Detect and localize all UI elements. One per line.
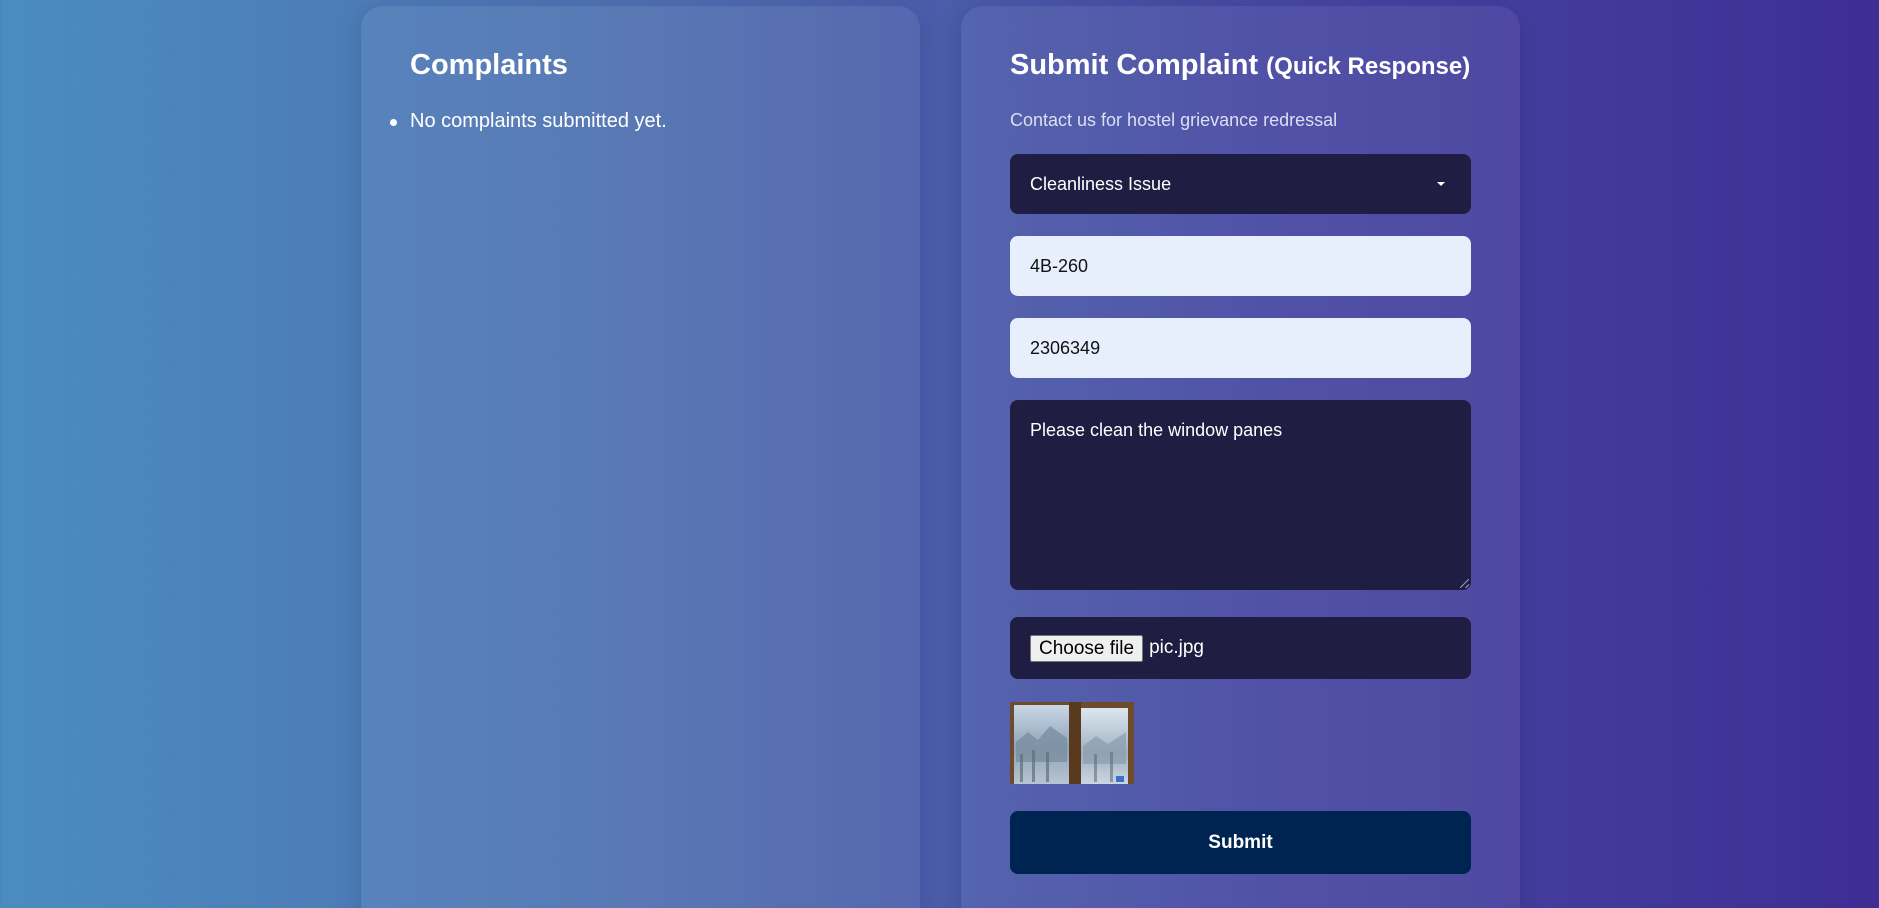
complaint-form-panel: Submit Complaint (Quick Response) Contac…: [961, 6, 1520, 908]
description-value: Please clean the window panes: [1030, 420, 1283, 440]
choose-file-button[interactable]: Choose file: [1030, 634, 1144, 662]
form-title-text: Submit Complaint: [1010, 49, 1259, 81]
room-number-value: 4B-260: [1030, 255, 1089, 276]
form-subtitle: Contact us for hostel grievance redressa…: [1010, 110, 1338, 130]
complaint-list: No complaints submitted yet.: [390, 110, 667, 133]
chevron-down-icon: [1437, 182, 1445, 186]
student-id-value: 2306349: [1030, 337, 1101, 358]
description-textarea[interactable]: Please clean the window panes: [1010, 400, 1471, 590]
list-item-text: No complaints submitted yet.: [410, 110, 667, 132]
image-preview: [1010, 702, 1134, 784]
file-input[interactable]: Choose file pic.jpg: [1010, 617, 1471, 679]
student-id-input[interactable]: 2306349: [1010, 318, 1471, 378]
resize-handle-icon[interactable]: [1460, 579, 1469, 588]
list-item: No complaints submitted yet.: [390, 110, 667, 133]
category-select[interactable]: Cleanliness Issue: [1010, 154, 1471, 214]
form-title: Submit Complaint (Quick Response): [1010, 48, 1470, 83]
selected-file-name: pic.jpg: [1149, 637, 1204, 658]
form-title-suffix: (Quick Response): [1266, 53, 1471, 80]
bullet-icon: [390, 119, 397, 126]
submit-button[interactable]: Submit: [1010, 811, 1471, 874]
category-selected-value: Cleanliness Issue: [1030, 173, 1172, 194]
complaints-panel: Complaints No complaints submitted yet.: [361, 6, 920, 908]
room-number-input[interactable]: 4B-260: [1010, 236, 1471, 296]
complaints-title: Complaints: [410, 49, 568, 81]
